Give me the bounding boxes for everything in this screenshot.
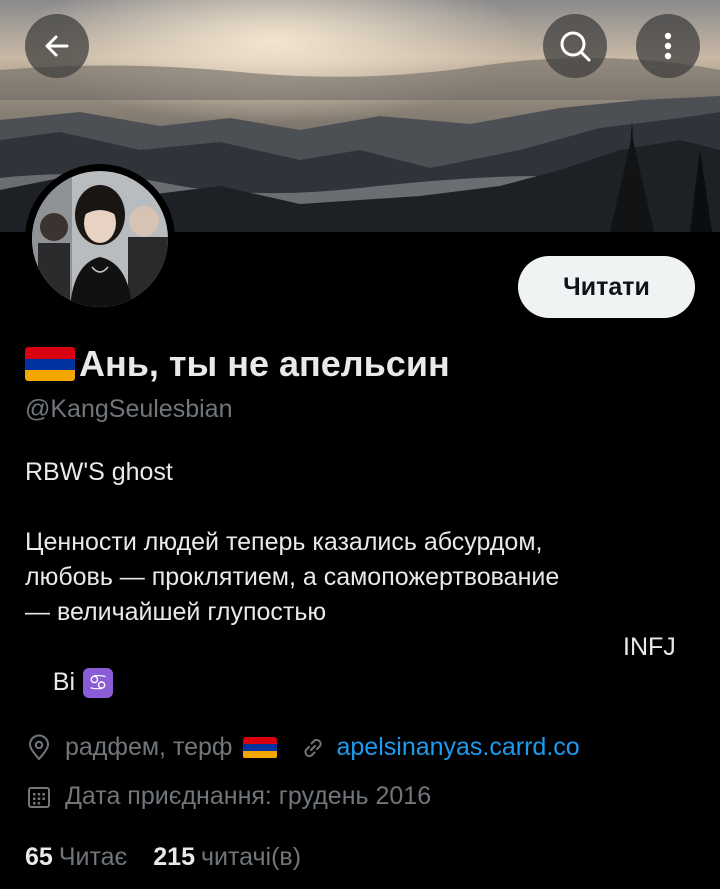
profile-meta-joined: Дата приєднання: грудень 2016 <box>25 782 431 811</box>
profile-bio: RBW'S ghost Ценности людей теперь казали… <box>25 455 690 735</box>
profile-stats: 65 Читає 215 читачі(в) <box>25 843 301 872</box>
following-count: 65 <box>25 843 53 871</box>
followers-link[interactable]: 215 читачі(в) <box>153 843 301 872</box>
armenia-flag-icon <box>242 736 277 759</box>
following-link[interactable]: 65 Читає <box>25 843 127 872</box>
search-icon <box>560 31 591 62</box>
more-button[interactable] <box>636 14 700 78</box>
more-vertical-icon <box>664 32 672 60</box>
back-button[interactable] <box>25 14 89 78</box>
bio-line: RBW'S ghost <box>25 458 173 486</box>
arrow-left-icon <box>45 35 69 57</box>
following-label: Читає <box>58 843 128 871</box>
link-icon <box>303 738 322 757</box>
bio-quote: Ценности людей теперь казались абсурдом,… <box>25 528 560 626</box>
profile-meta-location: радфем, терф apelsinanyas.carrd.co <box>25 733 580 762</box>
cancer-zodiac-icon: ♋ <box>83 668 114 699</box>
avatar-image <box>32 171 168 307</box>
calendar-icon <box>28 786 50 808</box>
bio-mbti: INFJ <box>623 633 676 661</box>
followers-label: читачі(в) <box>201 843 302 871</box>
profile-name-row: Ань, ты не апельсин <box>25 342 450 386</box>
joined-date: Дата приєднання: грудень 2016 <box>65 782 432 810</box>
location-text: радфем, терф <box>65 733 233 761</box>
follow-button[interactable]: Читати <box>518 256 695 318</box>
search-button[interactable] <box>543 14 607 78</box>
followers-count: 215 <box>153 843 195 871</box>
website-link[interactable]: apelsinanyas.carrd.co <box>337 733 580 762</box>
profile-name: Ань, ты не апельсин <box>79 343 450 384</box>
armenia-flag-icon <box>25 347 75 381</box>
profile-handle: @KangSeulesbian <box>25 395 233 423</box>
avatar[interactable] <box>25 164 175 314</box>
location-pin-icon <box>28 734 50 761</box>
bio-orientation: Bi <box>52 668 76 696</box>
